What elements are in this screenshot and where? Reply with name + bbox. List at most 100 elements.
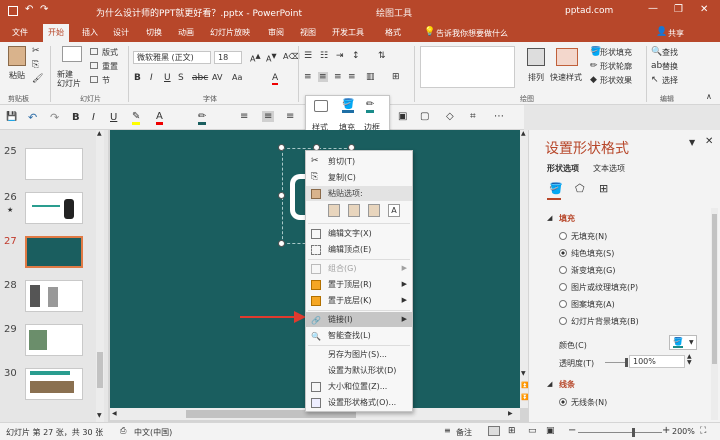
selection-handle[interactable] (278, 192, 285, 199)
shape-fill-button[interactable]: 形状填充 (600, 47, 632, 58)
minimize-icon[interactable]: — (648, 3, 658, 14)
spellcheck-icon[interactable]: ⎙ (120, 426, 126, 436)
style-icon[interactable] (314, 100, 328, 112)
font-name-combo[interactable]: 微软雅黑 (正文) (133, 51, 211, 64)
fill-line-icon[interactable]: 🪣 (549, 182, 563, 195)
shape-style-icon[interactable]: ◇ (446, 111, 454, 122)
tab-file[interactable]: 文件 (12, 24, 28, 42)
undo-icon[interactable]: ↶ (25, 4, 33, 15)
find-button[interactable]: 查找 (662, 47, 678, 58)
italic-icon[interactable]: I (150, 73, 153, 83)
fill-section-header[interactable]: 填充 (559, 213, 575, 224)
font-size-combo[interactable]: 18 (214, 51, 242, 64)
radio-picture-fill[interactable] (559, 283, 567, 291)
pane-scrollbar[interactable] (711, 208, 718, 420)
align-right-icon[interactable]: ≡ (334, 72, 342, 82)
tab-animations[interactable]: 动画 (178, 24, 194, 42)
align-center-icon[interactable]: ≡ (318, 72, 328, 82)
underline-icon[interactable]: U (164, 73, 171, 83)
scroll-up-icon[interactable]: ▲ (521, 130, 526, 137)
italic-icon[interactable]: I (92, 112, 95, 123)
notes-button[interactable]: 备注 (456, 427, 472, 438)
change-case-icon[interactable]: Aa (232, 73, 242, 82)
tab-shape-options[interactable]: 形状选项 (547, 163, 579, 174)
tab-review[interactable]: 审阅 (268, 24, 284, 42)
font-color-icon[interactable]: A (156, 111, 163, 125)
zoom-level[interactable]: 200% (672, 427, 695, 436)
share-button[interactable]: 共享 (668, 28, 684, 39)
slideshow-view-icon[interactable]: ▣ (546, 426, 555, 436)
new-slide-icon[interactable] (62, 46, 82, 62)
line-spacing-icon[interactable]: ↕ (352, 51, 360, 61)
underline-icon[interactable]: U (110, 112, 117, 123)
paste-icon[interactable] (8, 46, 26, 66)
scroll-down-icon[interactable]: ▼ (97, 412, 102, 419)
menu-set-default[interactable]: 设置为默认形状(D) (306, 363, 412, 378)
radio-solid-fill[interactable] (559, 249, 567, 257)
selection-handle[interactable] (278, 144, 285, 151)
shadow-icon[interactable]: S (178, 73, 184, 83)
size-properties-icon[interactable]: ⊞ (599, 182, 608, 195)
collapse-fill-icon[interactable]: ◢ (547, 214, 552, 222)
transparency-stepper[interactable]: ▲ ▼ (687, 354, 692, 366)
quick-styles-button[interactable]: 快速样式 (550, 72, 582, 83)
cut-icon[interactable]: ✂ (32, 46, 40, 56)
quick-styles-icon[interactable] (556, 48, 578, 66)
tab-insert[interactable]: 插入 (82, 24, 98, 42)
paste-button[interactable]: 粘贴 (9, 70, 25, 81)
outline-color-icon[interactable]: ✏ (198, 111, 207, 125)
slider-thumb[interactable] (625, 358, 628, 367)
layout-button[interactable]: 版式 (102, 47, 118, 58)
numbering-icon[interactable]: ☷ (320, 51, 328, 61)
pane-options-icon[interactable]: ▼ (689, 138, 695, 147)
tab-view[interactable]: 视图 (300, 24, 316, 42)
outline-icon[interactable]: ✏ (366, 99, 375, 113)
font-color-icon[interactable]: A (272, 73, 279, 85)
shrink-font-icon[interactable]: A▼ (266, 52, 277, 64)
bold-icon[interactable]: B (72, 112, 80, 123)
tab-text-options[interactable]: 文本选项 (593, 163, 625, 174)
radio-no-line[interactable] (559, 398, 567, 406)
account-label[interactable]: pptad.com (565, 6, 613, 16)
tell-me-input[interactable]: 告诉我你想要做什么 (436, 28, 508, 39)
zoom-thumb[interactable] (632, 428, 635, 437)
tab-format[interactable]: 格式 (385, 24, 401, 42)
line-section-header[interactable]: 线条 (559, 379, 575, 390)
radio-no-fill[interactable] (559, 232, 567, 240)
bullets-icon[interactable]: ☰ (304, 51, 312, 61)
arrange-front-icon[interactable]: ▣ (398, 111, 407, 122)
section-button[interactable]: 节 (102, 75, 110, 86)
reading-view-icon[interactable]: ▭ (528, 426, 537, 436)
menu-edit-points[interactable]: 编辑顶点(E) (306, 242, 412, 257)
scroll-thumb[interactable] (712, 214, 717, 364)
redo-icon[interactable]: ↷ (40, 4, 48, 15)
zoom-slider[interactable] (578, 428, 662, 437)
selection-handle[interactable] (278, 240, 285, 247)
new-slide-button[interactable]: 新建 幻灯片 (57, 70, 81, 88)
save-icon[interactable] (8, 6, 18, 16)
transparency-slider[interactable] (605, 358, 628, 367)
menu-copy[interactable]: ⎘ 复制(C) (306, 170, 412, 185)
menu-cut[interactable]: ✂ 剪切(T) (306, 154, 412, 169)
fill-icon[interactable]: 🪣 (342, 99, 355, 113)
collapse-ribbon-icon[interactable]: ∧ (706, 92, 712, 101)
sorter-view-icon[interactable]: ⊞ (508, 426, 516, 436)
justify-icon[interactable]: ≡ (348, 72, 356, 82)
more-icon[interactable]: ⋯ (494, 111, 504, 122)
tab-design[interactable]: 设计 (113, 24, 129, 42)
reset-button[interactable]: 重置 (102, 61, 118, 72)
language-status[interactable]: 中文(中国) (134, 427, 172, 438)
pane-close-icon[interactable]: ✕ (705, 136, 713, 147)
transparency-input[interactable]: 100% (629, 355, 685, 368)
columns-icon[interactable]: ▥ (366, 72, 375, 82)
menu-save-as-picture[interactable]: 另存为图片(S)... (306, 347, 412, 362)
close-icon[interactable]: ✕ (700, 4, 708, 15)
shape-outline-button[interactable]: 形状轮廓 (600, 61, 632, 72)
tab-home[interactable]: 开始 (43, 24, 69, 42)
menu-send-back[interactable]: 置于底层(K) ▶ (306, 293, 412, 308)
color-picker-button[interactable]: 🪣 ▼ (669, 335, 697, 350)
slide-thumbnail-26[interactable] (25, 192, 83, 224)
radio-pattern-fill[interactable] (559, 300, 567, 308)
highlight-icon[interactable]: ✎ (132, 111, 141, 125)
format-painter-icon[interactable]: 🖌 (32, 74, 43, 84)
